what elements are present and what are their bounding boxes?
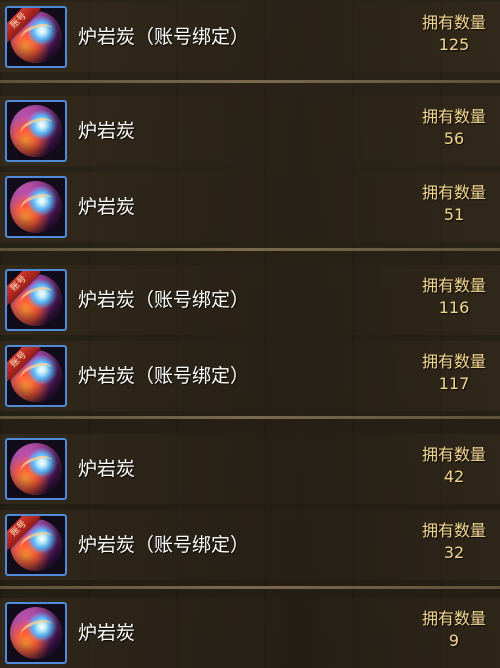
item-row[interactable]: 炉岩炭 拥有数量 56 [0, 96, 500, 166]
item-row[interactable]: 炉岩炭 拥有数量 9 [0, 598, 500, 668]
owned-count-label: 拥有数量 [421, 13, 486, 32]
item-name: 炉岩炭（账号绑定） [78, 534, 250, 556]
item-name: 炉岩炭（账号绑定） [78, 26, 250, 48]
owned-count-value: 51 [443, 205, 465, 224]
item-icon-frame[interactable]: 账号 [5, 345, 67, 407]
item-name: 炉岩炭 [78, 196, 136, 218]
item-icon-frame[interactable]: 账号 [5, 269, 67, 331]
owned-count-value: 117 [438, 374, 470, 393]
item-row[interactable]: 账号 炉岩炭（账号绑定） 拥有数量 116 [0, 265, 500, 335]
item-name: 炉岩炭 [78, 120, 136, 142]
item-icon-frame[interactable]: 账号 [5, 514, 67, 576]
item-list-screen: 账号 炉岩炭（账号绑定） 拥有数量 125 炉岩炭 拥有数量 56 炉岩炭 拥有… [0, 0, 500, 668]
lava-coal-orb-icon [10, 443, 62, 495]
owned-count-label: 拥有数量 [421, 276, 486, 295]
item-name: 炉岩炭（账号绑定） [78, 365, 250, 387]
item-row[interactable]: 账号 炉岩炭（账号绑定） 拥有数量 32 [0, 510, 500, 580]
item-icon-frame[interactable]: 账号 [5, 6, 67, 68]
lava-coal-orb-icon [10, 607, 62, 659]
group-divider [0, 248, 500, 251]
owned-count: 拥有数量 116 [414, 275, 494, 319]
owned-count-value: 116 [438, 298, 470, 317]
item-name: 炉岩炭 [78, 622, 136, 644]
owned-count-value: 42 [443, 467, 465, 486]
item-icon-frame[interactable] [5, 100, 67, 162]
owned-count-label: 拥有数量 [421, 609, 486, 628]
owned-count-value: 9 [448, 631, 460, 650]
owned-count-label: 拥有数量 [421, 183, 486, 202]
item-name: 炉岩炭 [78, 458, 136, 480]
owned-count: 拥有数量 51 [414, 182, 494, 226]
item-row[interactable]: 账号 炉岩炭（账号绑定） 拥有数量 117 [0, 341, 500, 411]
owned-count: 拥有数量 56 [414, 106, 494, 150]
group-divider [0, 416, 500, 419]
item-icon-frame[interactable] [5, 438, 67, 500]
owned-count-label: 拥有数量 [421, 107, 486, 126]
owned-count-value: 56 [443, 129, 465, 148]
lava-coal-orb-icon [10, 181, 62, 233]
item-row[interactable]: 炉岩炭 拥有数量 42 [0, 434, 500, 504]
owned-count: 拥有数量 9 [414, 608, 494, 652]
item-icon-frame[interactable] [5, 176, 67, 238]
owned-count: 拥有数量 32 [414, 520, 494, 564]
group-divider [0, 586, 500, 589]
owned-count: 拥有数量 42 [414, 444, 494, 488]
owned-count: 拥有数量 125 [414, 12, 494, 56]
item-name: 炉岩炭（账号绑定） [78, 289, 250, 311]
owned-count-value: 125 [438, 35, 470, 54]
group-divider [0, 80, 500, 83]
owned-count-label: 拥有数量 [421, 521, 486, 540]
owned-count-label: 拥有数量 [421, 445, 486, 464]
owned-count-label: 拥有数量 [421, 352, 486, 371]
owned-count-value: 32 [443, 543, 465, 562]
owned-count: 拥有数量 117 [414, 351, 494, 395]
item-row[interactable]: 账号 炉岩炭（账号绑定） 拥有数量 125 [0, 2, 500, 72]
lava-coal-orb-icon [10, 105, 62, 157]
item-row[interactable]: 炉岩炭 拥有数量 51 [0, 172, 500, 242]
item-icon-frame[interactable] [5, 602, 67, 664]
